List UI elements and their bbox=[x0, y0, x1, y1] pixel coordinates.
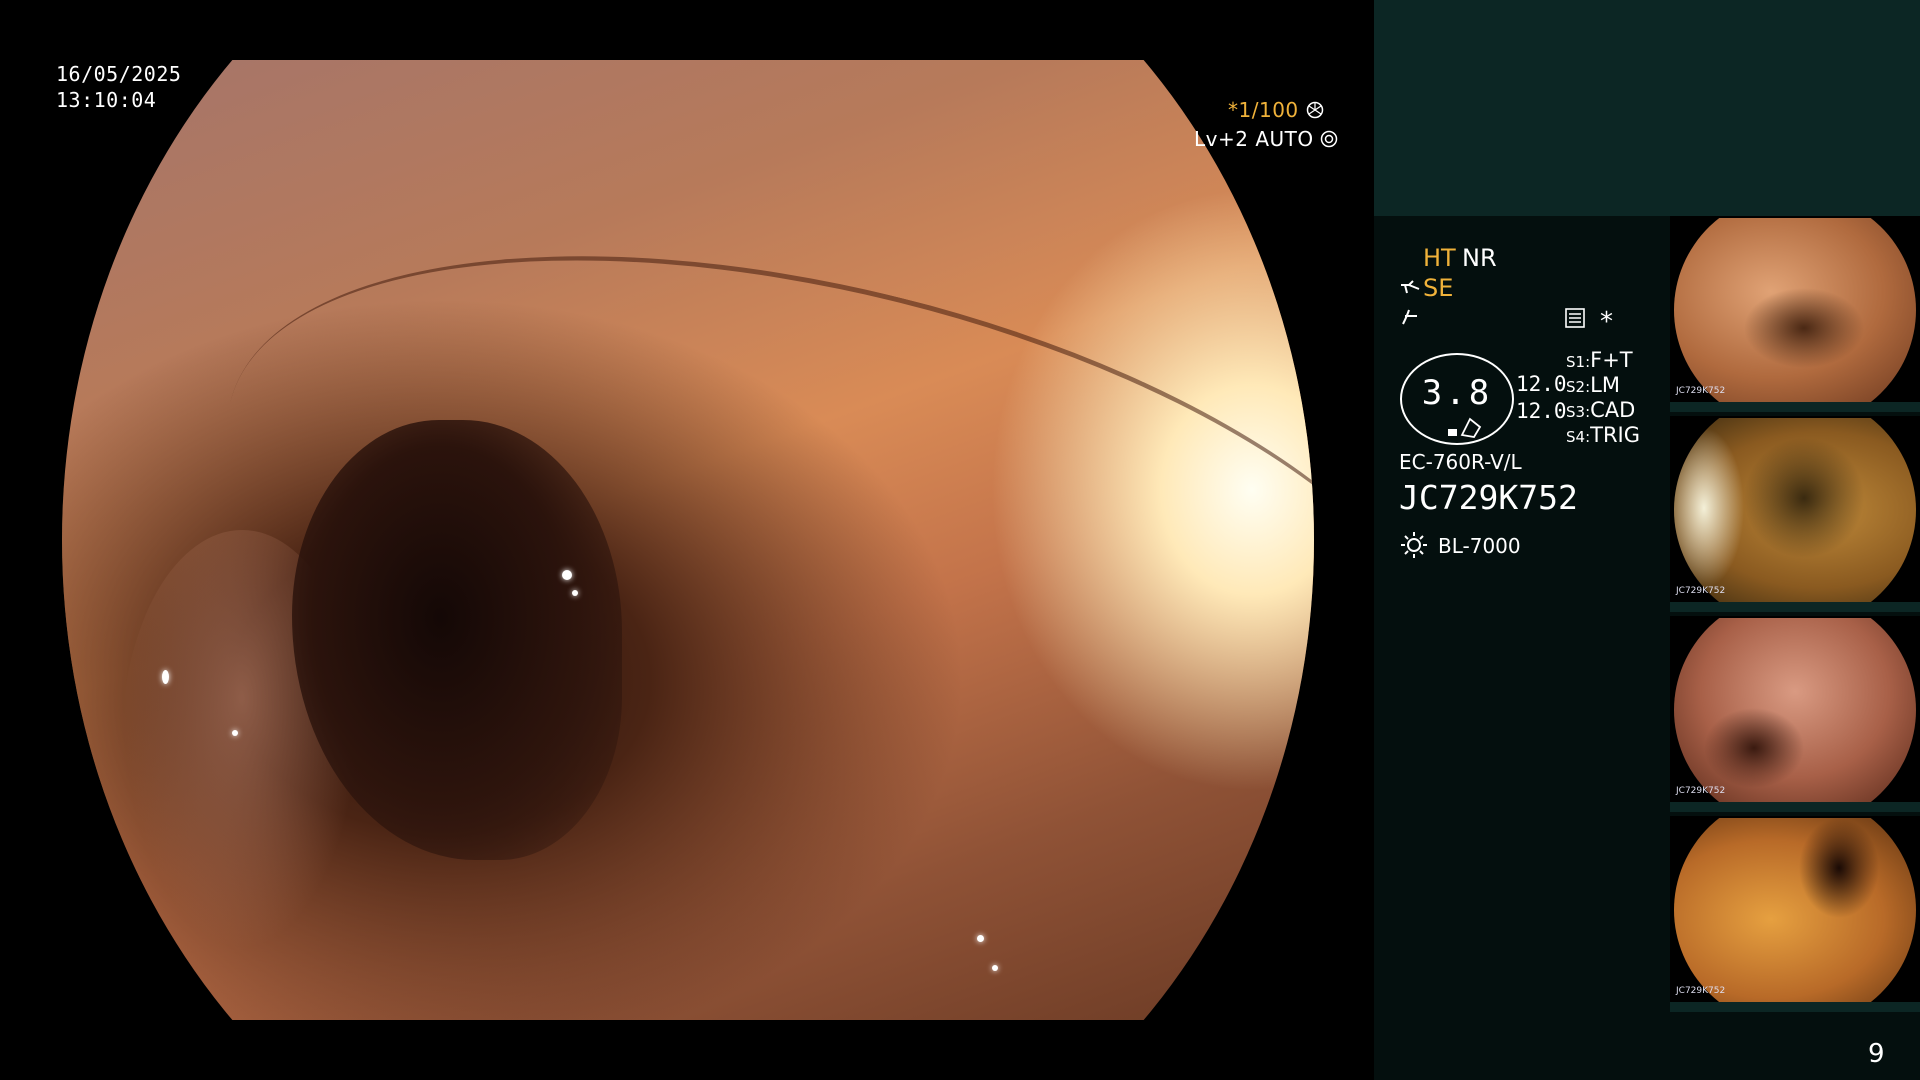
ht-indicator: HT bbox=[1423, 244, 1456, 272]
shutter-speed: *1/100 bbox=[1228, 98, 1299, 122]
setting-value: CAD bbox=[1590, 398, 1636, 422]
setting-row: S4:TRIG bbox=[1566, 423, 1640, 448]
enhancement-icon bbox=[1401, 280, 1420, 294]
thumbnail-image bbox=[1674, 218, 1916, 402]
level-readout: Lv+2 AUTO bbox=[1194, 127, 1338, 152]
se-indicator: SE bbox=[1423, 274, 1454, 302]
thumbnail-bar bbox=[1670, 802, 1920, 812]
setting-value: LM bbox=[1590, 373, 1620, 397]
aperture-icon bbox=[1306, 101, 1323, 119]
scope-button-settings: S1:F+T S2:LM S3:CAD S4:TRIG bbox=[1566, 348, 1640, 448]
scope-model: EC-760R-V/L bbox=[1399, 450, 1522, 474]
auto-iris-icon bbox=[1321, 130, 1338, 148]
specular-highlight bbox=[232, 730, 238, 736]
thumbnail-label: JC729K752 bbox=[1676, 786, 1726, 796]
capture-thumbnail[interactable]: JC729K752 bbox=[1670, 416, 1920, 612]
setting-row: S1:F+T bbox=[1566, 348, 1640, 373]
shutter-readout: *1/100 bbox=[1228, 98, 1324, 123]
specular-highlight bbox=[572, 590, 578, 596]
specular-highlight bbox=[162, 670, 169, 684]
star-indicator: * bbox=[1600, 307, 1613, 337]
date-label: 16/05/2025 bbox=[56, 62, 182, 86]
endoscopic-view bbox=[62, 60, 1314, 1020]
light-source: BL-7000 bbox=[1438, 534, 1521, 558]
thumbnail-bar bbox=[1670, 1002, 1920, 1012]
capture-thumbnail[interactable]: JC729K752 bbox=[1670, 616, 1920, 812]
color-icon bbox=[1402, 309, 1417, 325]
capture-thumbnail[interactable]: JC729K752 bbox=[1670, 216, 1920, 412]
nr-indicator: NR bbox=[1462, 244, 1497, 272]
setting-value: F+T bbox=[1590, 348, 1633, 372]
page-number: 9 bbox=[1868, 1039, 1885, 1069]
thumbnail-bar bbox=[1670, 402, 1920, 412]
thumbnail-label: JC729K752 bbox=[1676, 586, 1726, 596]
panel-header-area bbox=[1374, 0, 1920, 216]
thumbnail-label: JC729K752 bbox=[1676, 386, 1726, 396]
setting-key: S1: bbox=[1566, 353, 1591, 371]
thumbnail-image bbox=[1674, 418, 1916, 602]
specular-highlight bbox=[992, 965, 998, 971]
setting-row: S2:LM bbox=[1566, 373, 1640, 398]
lamp-icon bbox=[1401, 532, 1427, 558]
setting-key: S3: bbox=[1566, 403, 1591, 421]
setting-key: S2: bbox=[1566, 378, 1591, 396]
brightness-level: Lv+2 AUTO bbox=[1194, 127, 1314, 151]
setting-row: S3:CAD bbox=[1566, 398, 1640, 423]
zoom-gauge: 3.8 bbox=[1400, 353, 1514, 445]
settings-icon bbox=[1565, 308, 1585, 328]
zoom-marker-icon bbox=[1448, 417, 1482, 438]
scope-serial: JC729K752 bbox=[1399, 478, 1578, 517]
specular-highlight bbox=[562, 570, 572, 580]
thumbnail-bar bbox=[1670, 602, 1920, 612]
thumbnail-image bbox=[1674, 618, 1916, 802]
thumbnail-label: JC729K752 bbox=[1676, 986, 1726, 996]
value-a: 12.0 bbox=[1516, 372, 1567, 396]
time-label: 13:10:04 bbox=[56, 88, 157, 112]
zoom-value: 3.8 bbox=[1421, 373, 1493, 413]
setting-value: TRIG bbox=[1590, 423, 1641, 447]
setting-key: S4: bbox=[1566, 428, 1591, 446]
specular-highlight bbox=[977, 935, 984, 942]
capture-thumbnail[interactable]: JC729K752 bbox=[1670, 816, 1920, 1012]
value-b: 12.0 bbox=[1516, 399, 1567, 423]
thumbnail-image bbox=[1674, 818, 1916, 1002]
